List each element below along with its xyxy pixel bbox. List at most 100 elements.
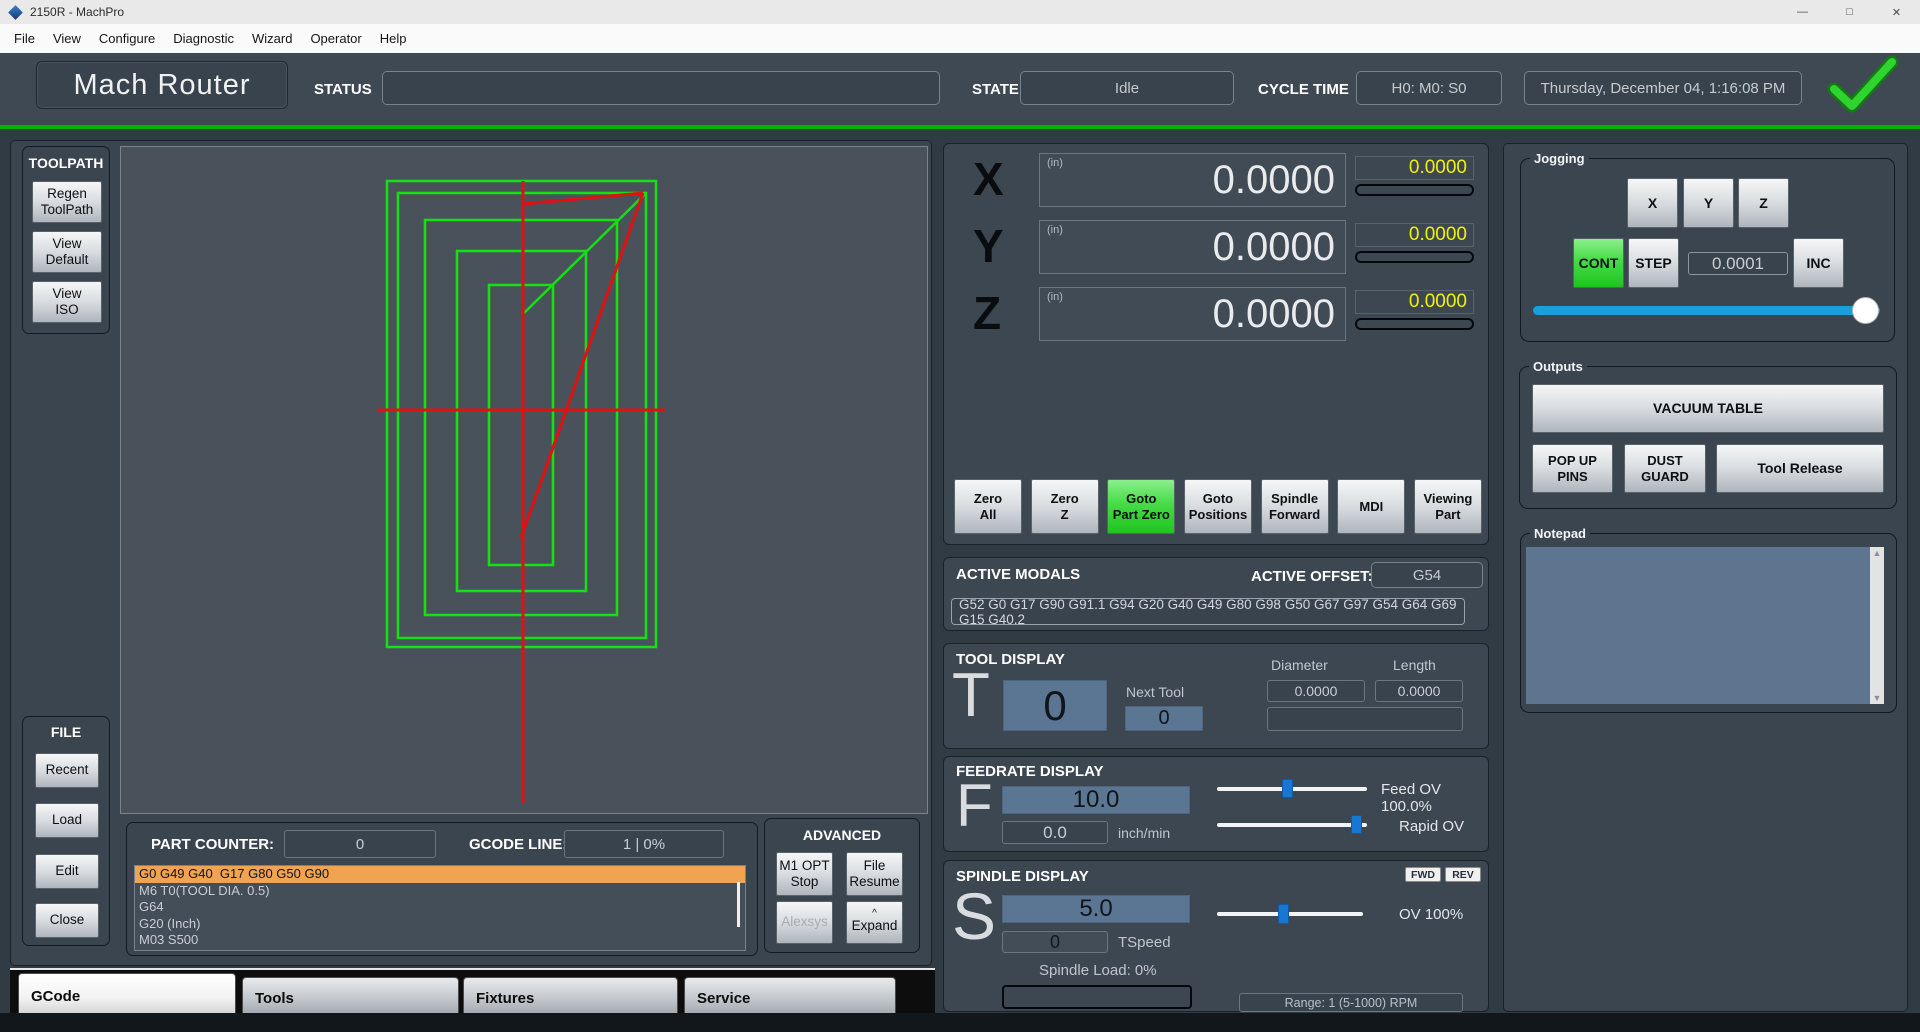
rapid-ov-label: Rapid OV <box>1399 818 1464 835</box>
spindle-ov-slider-handle[interactable] <box>1278 904 1289 924</box>
m1-opt-stop-button[interactable]: M1 OPTStop <box>776 852 833 896</box>
axis-y-dtg: 0.0000 <box>1355 223 1474 247</box>
feed-ov-slider-handle[interactable] <box>1282 779 1293 798</box>
zero-all-button[interactable]: ZeroAll <box>954 479 1022 534</box>
spindle-forward-button[interactable]: SpindleForward <box>1261 479 1329 534</box>
axis-z-label: Z <box>973 290 1001 336</box>
expand-button[interactable]: ^ Expand <box>846 901 903 944</box>
cycle-time-label: CYCLE TIME <box>1258 81 1349 98</box>
gcode-line[interactable]: M03 S500 <box>135 932 745 949</box>
spindle-ov-slider-track[interactable] <box>1217 912 1363 916</box>
goto-positions-button[interactable]: GotoPositions <box>1184 479 1252 534</box>
file-edit-button[interactable]: Edit <box>35 854 99 889</box>
menu-configure[interactable]: Configure <box>90 31 164 46</box>
jog-step-button[interactable]: STEP <box>1628 238 1679 288</box>
cycle-time-field: H0: M0: S0 <box>1356 71 1502 105</box>
gcode-line[interactable]: G64 <box>135 899 745 916</box>
zero-z-button[interactable]: ZeroZ <box>1031 479 1099 534</box>
axis-z-dro[interactable]: (in) 0.0000 <box>1039 287 1346 341</box>
status-field <box>382 71 940 105</box>
length-label: Length <box>1393 657 1436 673</box>
titlebar: 2150R - MachPro — □ ✕ <box>0 0 1920 24</box>
jog-cont-button[interactable]: CONT <box>1573 238 1624 288</box>
file-recent-button[interactable]: Recent <box>35 753 99 788</box>
dro-button-row: ZeroAll ZeroZ GotoPart Zero GotoPosition… <box>954 479 1482 534</box>
regen-toolpath-button[interactable]: Regen ToolPath <box>32 181 102 223</box>
feedrate-set-field[interactable]: 10.0 <box>1002 786 1190 814</box>
viewing-part-button[interactable]: ViewingPart <box>1414 479 1482 534</box>
file-load-button[interactable]: Load <box>35 803 99 838</box>
axis-y-dro[interactable]: (in) 0.0000 <box>1039 220 1346 274</box>
notepad-scrollbar[interactable]: ▲ ▼ <box>1870 547 1884 704</box>
toolpath-green-line-0 <box>523 193 646 314</box>
menu-wizard[interactable]: Wizard <box>243 31 301 46</box>
ok-check-icon <box>1828 56 1898 114</box>
menu-help[interactable]: Help <box>371 31 416 46</box>
jog-speed-slider-handle[interactable] <box>1852 297 1879 324</box>
file-group: FILE Recent Load Edit Close <box>22 716 110 946</box>
spindle-fwd-button[interactable]: FWD <box>1405 867 1441 882</box>
axis-x-label: X <box>973 156 1004 202</box>
axis-x-dro[interactable]: (in) 0.0000 <box>1039 153 1346 207</box>
datetime-field: Thursday, December 04, 1:16:08 PM <box>1524 71 1802 105</box>
gcode-line[interactable]: M6 T0(TOOL DIA. 0.5) <box>135 883 745 900</box>
tool-info-field <box>1267 707 1463 731</box>
tab-strip: GCode Tools Fixtures Service <box>10 968 935 1013</box>
notepad-legend: Notepad <box>1530 527 1590 540</box>
menu-file[interactable]: File <box>5 31 44 46</box>
goto-part-zero-button[interactable]: GotoPart Zero <box>1107 479 1175 534</box>
spindle-ov-label: OV 100% <box>1399 906 1463 923</box>
jog-z-button[interactable]: Z <box>1738 178 1789 228</box>
tool-release-button[interactable]: Tool Release <box>1716 444 1884 493</box>
scroll-down-icon[interactable]: ▼ <box>1873 692 1882 704</box>
menu-diagnostic[interactable]: Diagnostic <box>164 31 243 46</box>
active-modals-title: ACTIVE MODALS <box>956 566 1080 583</box>
toolpath-viewport[interactable] <box>120 146 928 814</box>
tspeed-label: TSpeed <box>1118 934 1171 951</box>
window-controls: — □ ✕ <box>1779 0 1920 24</box>
jog-x-button[interactable]: X <box>1627 178 1678 228</box>
jog-inc-button[interactable]: INC <box>1793 238 1844 288</box>
window-title: 2150R - MachPro <box>30 5 124 19</box>
next-tool-field[interactable]: 0 <box>1125 706 1203 731</box>
minimize-button[interactable]: — <box>1779 0 1826 24</box>
dust-guard-button[interactable]: DUSTGUARD <box>1624 444 1706 493</box>
jog-increment-field[interactable]: 0.0001 <box>1688 252 1788 275</box>
file-close-button[interactable]: Close <box>35 903 99 938</box>
state-label: STATE <box>972 81 1019 98</box>
rapid-ov-slider-handle[interactable] <box>1351 815 1362 834</box>
spindle-rev-button[interactable]: REV <box>1445 867 1481 882</box>
feedrate-units-label: inch/min <box>1118 825 1170 841</box>
rapid-ov-slider-track[interactable] <box>1217 823 1367 827</box>
active-offset-label: ACTIVE OFFSET: <box>1251 568 1373 585</box>
close-button[interactable]: ✕ <box>1873 0 1920 24</box>
axis-z-dtg: 0.0000 <box>1355 290 1474 314</box>
mdi-button[interactable]: MDI <box>1337 479 1405 534</box>
menu-view[interactable]: View <box>44 31 90 46</box>
view-iso-button[interactable]: View ISO <box>32 281 102 323</box>
view-default-button[interactable]: View Default <box>32 231 102 273</box>
tool-length-field: 0.0000 <box>1375 680 1463 702</box>
axis-x-load-bar <box>1355 184 1474 196</box>
spindle-set-field[interactable]: 5.0 <box>1002 895 1190 923</box>
advanced-group: ADVANCED M1 OPTStop FileResume Alexsys ^… <box>764 818 920 953</box>
notepad-textarea[interactable] <box>1526 547 1884 704</box>
alexsys-button[interactable]: Alexsys <box>776 901 833 944</box>
toolpath-red-line-2 <box>521 193 643 538</box>
gcode-line[interactable]: G20 (Inch) <box>135 916 745 933</box>
menu-operator[interactable]: Operator <box>301 31 370 46</box>
pop-up-pins-button[interactable]: POP UPPINS <box>1532 444 1613 493</box>
logo-text: Mach Router <box>73 69 250 102</box>
gcode-list[interactable]: G0 G49 G40 G17 G80 G50 G90 M6 T0(TOOL DI… <box>134 865 746 951</box>
gcode-scrollbar-thumb[interactable] <box>737 882 740 927</box>
jog-speed-slider-track[interactable] <box>1533 306 1880 315</box>
maximize-button[interactable]: □ <box>1826 0 1873 24</box>
vacuum-table-button[interactable]: VACUUM TABLE <box>1532 384 1884 433</box>
current-tool-field[interactable]: 0 <box>1003 680 1107 731</box>
gcode-line-selected[interactable]: G0 G49 G40 G17 G80 G50 G90 <box>135 866 745 883</box>
scroll-up-icon[interactable]: ▲ <box>1873 547 1882 559</box>
jog-y-button[interactable]: Y <box>1683 178 1734 228</box>
window-bottom-edge <box>0 1013 1920 1032</box>
chevron-up-icon: ^ <box>872 910 877 918</box>
file-resume-button[interactable]: FileResume <box>846 852 903 896</box>
